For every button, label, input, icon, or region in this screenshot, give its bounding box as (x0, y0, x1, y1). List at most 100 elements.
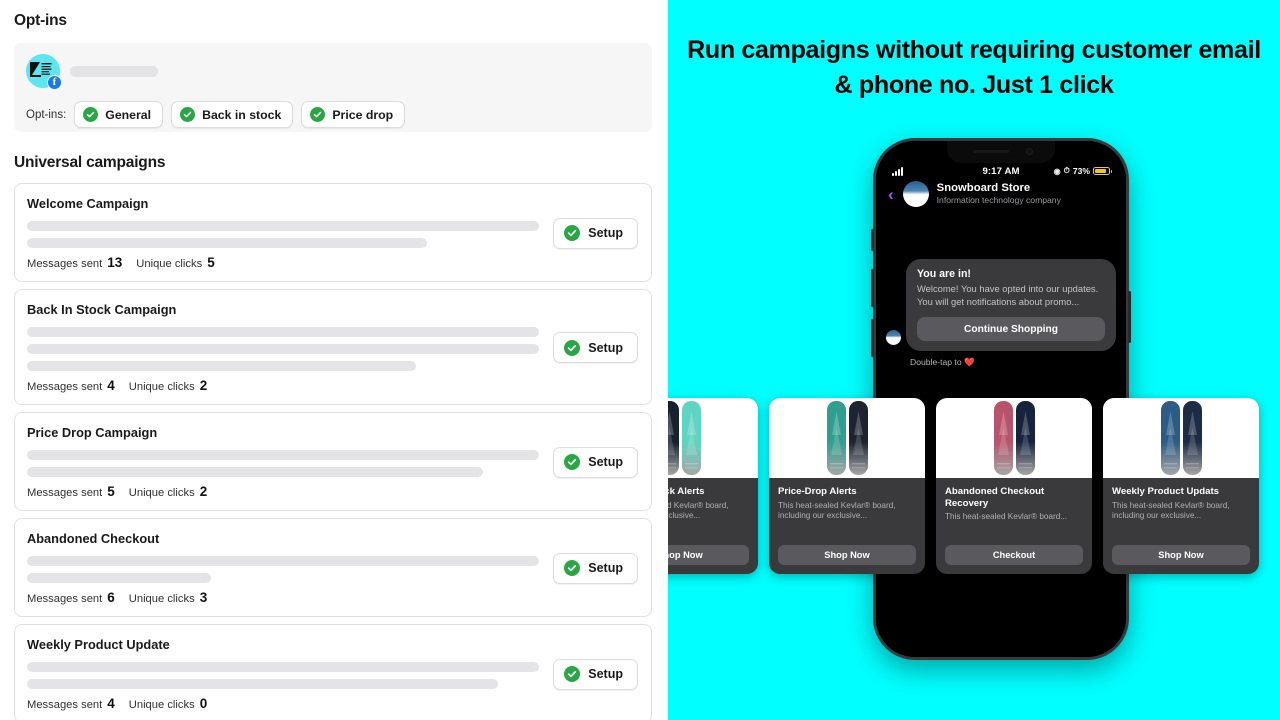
campaign-stats: Messages sent 4 Unique clicks 2 (27, 378, 539, 393)
phone-mute-switch (871, 229, 874, 251)
promo-panel: Run campaigns without requiring customer… (668, 0, 1280, 720)
messages-sent-value: 4 (107, 378, 115, 393)
campaign-card[interactable]: Welcome Campaign Messages sent 13 Unique cl… (14, 183, 652, 282)
check-circle-icon (564, 666, 581, 682)
optin-chip-back-in-stock[interactable]: Back in stock (171, 101, 294, 128)
product-card-carousel: Back-In-Stock Alerts This heat-sealed Kev… (668, 398, 1280, 574)
store-identity: Snowboard Store Information technology c… (937, 182, 1061, 206)
battery-icon (1093, 166, 1113, 176)
optin-chip-label: General (105, 107, 152, 122)
unique-clicks-value: 3 (199, 590, 208, 605)
messages-sent-stat: Messages sent 6 (27, 590, 115, 605)
setup-button[interactable]: Setup (553, 552, 638, 584)
campaign-details: Back In Stock Campaign Messages sent 4 Uniq… (27, 302, 540, 393)
product-card-title: Weekly Product Updats (1112, 486, 1219, 497)
product-card-cta-button[interactable]: Shop Now (668, 545, 749, 565)
campaign-name: Back In Stock Campaign (27, 302, 177, 317)
snowboard-graphic (681, 401, 701, 475)
setup-button[interactable]: Setup (553, 217, 638, 249)
campaign-stats: Messages sent 13 Unique clicks 5 (27, 255, 539, 270)
setup-button-label: Setup (588, 561, 623, 575)
product-card-description: This heat-sealed Kevlar® board... (945, 512, 1068, 521)
optins-label: Opt-ins: (26, 108, 67, 121)
product-card[interactable]: Back-In-Stock Alerts This heat-sealed Kev… (668, 398, 758, 574)
unique-clicks-label: Unique clicks (136, 258, 203, 270)
optin-chip-general[interactable]: General (74, 101, 164, 128)
chat-thread: You are in! Welcome! You have opted into… (876, 259, 1126, 368)
unique-clicks-value: 0 (199, 696, 208, 711)
campaign-description-placeholder (27, 679, 499, 689)
optins-chip-row: Opt-ins: General Back in stock Price dro… (26, 101, 640, 128)
campaign-details: Price Drop Campaign Messages sent 5 Unique … (27, 425, 540, 499)
back-chevron-icon[interactable]: ‹ (888, 186, 894, 203)
campaign-stats: Messages sent 5 Unique clicks 2 (27, 484, 539, 499)
product-image (668, 398, 758, 478)
campaign-description-placeholder (27, 327, 540, 337)
orientation-lock-icon: ◉ (1053, 166, 1061, 176)
campaign-description-placeholder (27, 221, 540, 231)
campaign-card[interactable]: Abandoned Checkout Messages sent 6 Unique c… (14, 518, 652, 617)
continue-shopping-button[interactable]: Continue Shopping (917, 317, 1105, 342)
campaign-description-placeholder (27, 662, 540, 672)
promo-headline: Run campaigns without requiring customer… (687, 36, 1261, 99)
unique-clicks-stat: Unique clicks 2 (129, 484, 207, 499)
snowboard-graphic (826, 401, 846, 475)
campaign-card[interactable]: Weekly Product Update Messages sent 4 Uniqu… (14, 624, 652, 720)
campaign-name: Abandoned Checkout (27, 531, 160, 546)
product-card-description: This heat-sealed Kevlar® board, includin… (668, 500, 729, 520)
unique-clicks-label: Unique clicks (128, 381, 195, 393)
setup-button[interactable]: Setup (553, 332, 638, 363)
product-card-cta-button[interactable]: Shop Now (778, 545, 916, 565)
setup-button[interactable]: Setup (553, 446, 638, 478)
product-card-cta-button[interactable]: Shop Now (1112, 545, 1250, 565)
product-card-body: Weekly Product Updats This heat-sealed Ke… (1103, 478, 1259, 574)
customer-name-placeholder (70, 65, 158, 77)
check-circle-icon (310, 107, 326, 122)
message-bubble: You are in! Welcome! You have opted into… (906, 259, 1116, 352)
setup-button[interactable]: Setup (553, 658, 638, 690)
campaign-name: Weekly Product Update (27, 637, 170, 652)
front-camera-icon (1026, 148, 1033, 155)
battery-percent-label: 73% (1072, 166, 1091, 176)
campaign-description-placeholder (27, 573, 212, 583)
snowboard-graphic (668, 401, 679, 475)
earpiece-speaker-icon (973, 150, 1009, 153)
message-title: You are in! (917, 268, 971, 280)
unique-clicks-label: Unique clicks (128, 699, 195, 711)
product-card-body: Back-In-Stock Alerts This heat-sealed Kev… (668, 478, 758, 574)
unique-clicks-stat: Unique clicks 0 (129, 696, 207, 711)
product-card[interactable]: Abandoned Checkout Recovery This heat-sea… (936, 398, 1092, 574)
campaign-card[interactable]: Back In Stock Campaign Messages sent 4 Uniq… (14, 289, 652, 405)
campaign-name: Welcome Campaign (27, 196, 149, 211)
product-card-body: Price-Drop Alerts This heat-sealed Kevlar… (769, 478, 925, 574)
phone-notch (947, 141, 1055, 163)
messages-sent-label: Messages sent (27, 381, 103, 393)
product-card-cta-button[interactable]: Checkout (945, 545, 1083, 565)
product-card-description: This heat-sealed Kevlar® board, includin… (1112, 500, 1230, 520)
product-card[interactable]: Weekly Product Updats This heat-sealed Ke… (1103, 398, 1259, 574)
optin-chip-label: Back in stock (202, 107, 282, 122)
messages-sent-value: 6 (107, 590, 115, 605)
campaign-description-placeholder (27, 467, 483, 477)
messages-sent-label: Messages sent (27, 593, 103, 605)
unique-clicks-stat: Unique clicks 3 (129, 590, 207, 605)
campaign-details: Abandoned Checkout Messages sent 6 Unique c… (27, 531, 540, 605)
snowboard-graphic (1160, 401, 1180, 475)
optins-card: f Opt-ins: General Back in stock Price d… (14, 43, 652, 132)
status-bar: 9:17 AM ◉ ⏱ 73% (876, 164, 1126, 178)
product-image (769, 398, 925, 478)
setup-button-label: Setup (588, 667, 623, 681)
campaign-card[interactable]: Price Drop Campaign Messages sent 5 Unique … (14, 412, 652, 511)
campaign-stats: Messages sent 4 Unique clicks 0 (27, 696, 539, 711)
phone-volume-down-button (871, 319, 874, 357)
chat-header: ‹ Snowboard Store Information technology… (876, 181, 1126, 207)
facebook-badge-icon: f (47, 75, 62, 90)
campaign-stats: Messages sent 6 Unique clicks 3 (27, 590, 539, 605)
messages-sent-value: 13 (107, 255, 123, 270)
product-card[interactable]: Price-Drop Alerts This heat-sealed Kevlar… (769, 398, 925, 574)
store-subtitle: Information technology company (936, 195, 1061, 205)
check-circle-icon (83, 107, 99, 122)
optins-section-title: Opt-ins (14, 12, 67, 29)
optin-chip-price-drop[interactable]: Price drop (301, 101, 406, 128)
messages-sent-label: Messages sent (27, 487, 103, 499)
